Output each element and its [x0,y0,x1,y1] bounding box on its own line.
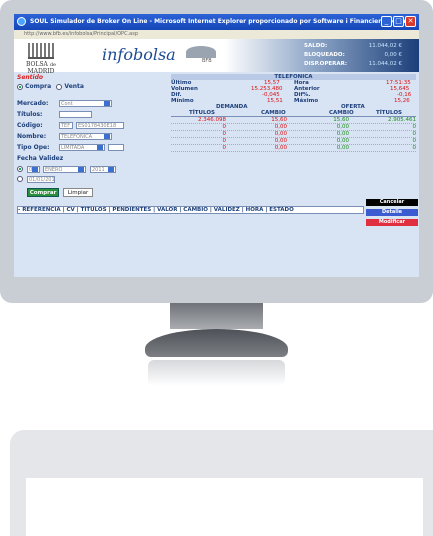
fecha-label: Fecha Validez [17,155,64,162]
order-book: 2.346.098 15,60 15,60 2.905.461 0 0,00 0,00 0 … [171,117,416,152]
monitor-frame: SOUL Simulador de Broker On Line - Micro… [0,0,433,303]
chevron-down-icon [104,134,110,139]
account-summary: SALDO: 11.044,02 € BLOQUEADO: 0,00 € DISP.… [304,43,403,67]
sentido-label: Sentido [17,74,44,81]
chevron-down-icon [32,167,38,172]
sell-label: Venta [64,83,84,90]
chevron-down-icon [104,101,110,106]
fecha-radio-2[interactable] [17,176,23,182]
nombre-label: Nombre: [17,133,47,140]
buy-radio[interactable] [17,83,23,90]
month-select[interactable]: ENERO [43,166,86,173]
address-text: http://www.bfb.es/infobolsa/Principal/OP… [24,31,138,37]
disp-value: 11.044,02 € [368,61,402,67]
chevron-down-icon [108,167,114,172]
desk-inner [26,478,423,536]
bfb-wave-icon [186,46,216,58]
comprar-button[interactable]: Comprar [27,188,59,197]
monitor-neck [170,303,263,329]
address-bar[interactable]: http://www.bfb.es/infobolsa/Principal/OP… [14,30,419,39]
building-icon [28,43,54,59]
quote-panel: TELEFONICA Último 15,57 Hora 17:51:35 Vo… [171,74,416,152]
order-form: Sentido Compra Venta Mercado: Cont Títul… [17,74,162,204]
table-row: 0 0,00 0,00 0 [171,138,416,145]
table-row: 0 0,00 0,00 0 [171,145,416,152]
window-title-bar: SOUL Simulador de Broker On Line - Micro… [14,14,419,30]
monitor-stand [145,329,288,357]
mercado-select[interactable]: Cont [59,100,112,107]
bfb-logo: BFB [182,44,224,66]
sell-radio[interactable] [56,83,63,90]
table-row: 2.346.098 15,60 15,60 2.905.461 [171,117,416,124]
titulos-label: Títulos: [17,111,43,118]
titulos-input[interactable] [59,111,92,118]
nombre-select[interactable]: TELEFONICA [59,133,112,140]
limpiar-button[interactable]: Limpiar [63,188,93,197]
isin-input[interactable]: ES0178430E18 [76,122,124,129]
chevron-down-icon [78,167,84,172]
buy-label: Compra [25,83,52,90]
tipo-select[interactable]: LIMITADA [59,144,105,151]
bolsa-madrid-logo: BOLSA de MADRID [16,43,66,75]
cancelar-button[interactable]: Cancelar [366,199,418,206]
close-button[interactable]: ✕ [405,16,416,27]
year-select[interactable]: 2011 [90,166,116,173]
stand-reflection [148,360,285,386]
price-input[interactable] [108,144,124,151]
bloqueado-value: 0,00 € [384,52,403,58]
minimize-button[interactable]: _ [381,16,392,27]
chevron-down-icon [97,145,103,150]
day-select[interactable]: 01 [27,166,40,173]
orders-table-header: - REFERENCIA | CV | TITULOS | PENDIENTES… [17,206,364,214]
ie-icon [17,17,26,26]
infobolsa-logo: infobolsa [102,45,176,64]
mercado-label: Mercado: [17,100,49,107]
date-input[interactable]: 01/01/2011 [27,176,55,183]
modificar-button[interactable]: Modificar [366,219,418,226]
table-row: 0 0,00 0,00 0 [171,124,416,131]
detalle-button[interactable]: Detalle [366,209,418,216]
table-row: 0 0,00 0,00 0 [171,131,416,138]
page-header: BOLSA de MADRID infobolsa BFB SALDO: 11.0… [14,39,419,75]
tipo-label: Tipo Ope: [17,144,50,151]
maximize-button[interactable]: □ [393,16,404,27]
screen: SOUL Simulador de Broker On Line - Micro… [14,14,419,277]
window-title: SOUL Simulador de Broker On Line - Micro… [30,18,406,25]
codigo-label: Código: [17,122,43,129]
saldo-value: 11.044,02 € [368,43,402,49]
fecha-radio-1[interactable] [17,166,23,172]
codigo-input[interactable]: TEF [59,122,73,129]
